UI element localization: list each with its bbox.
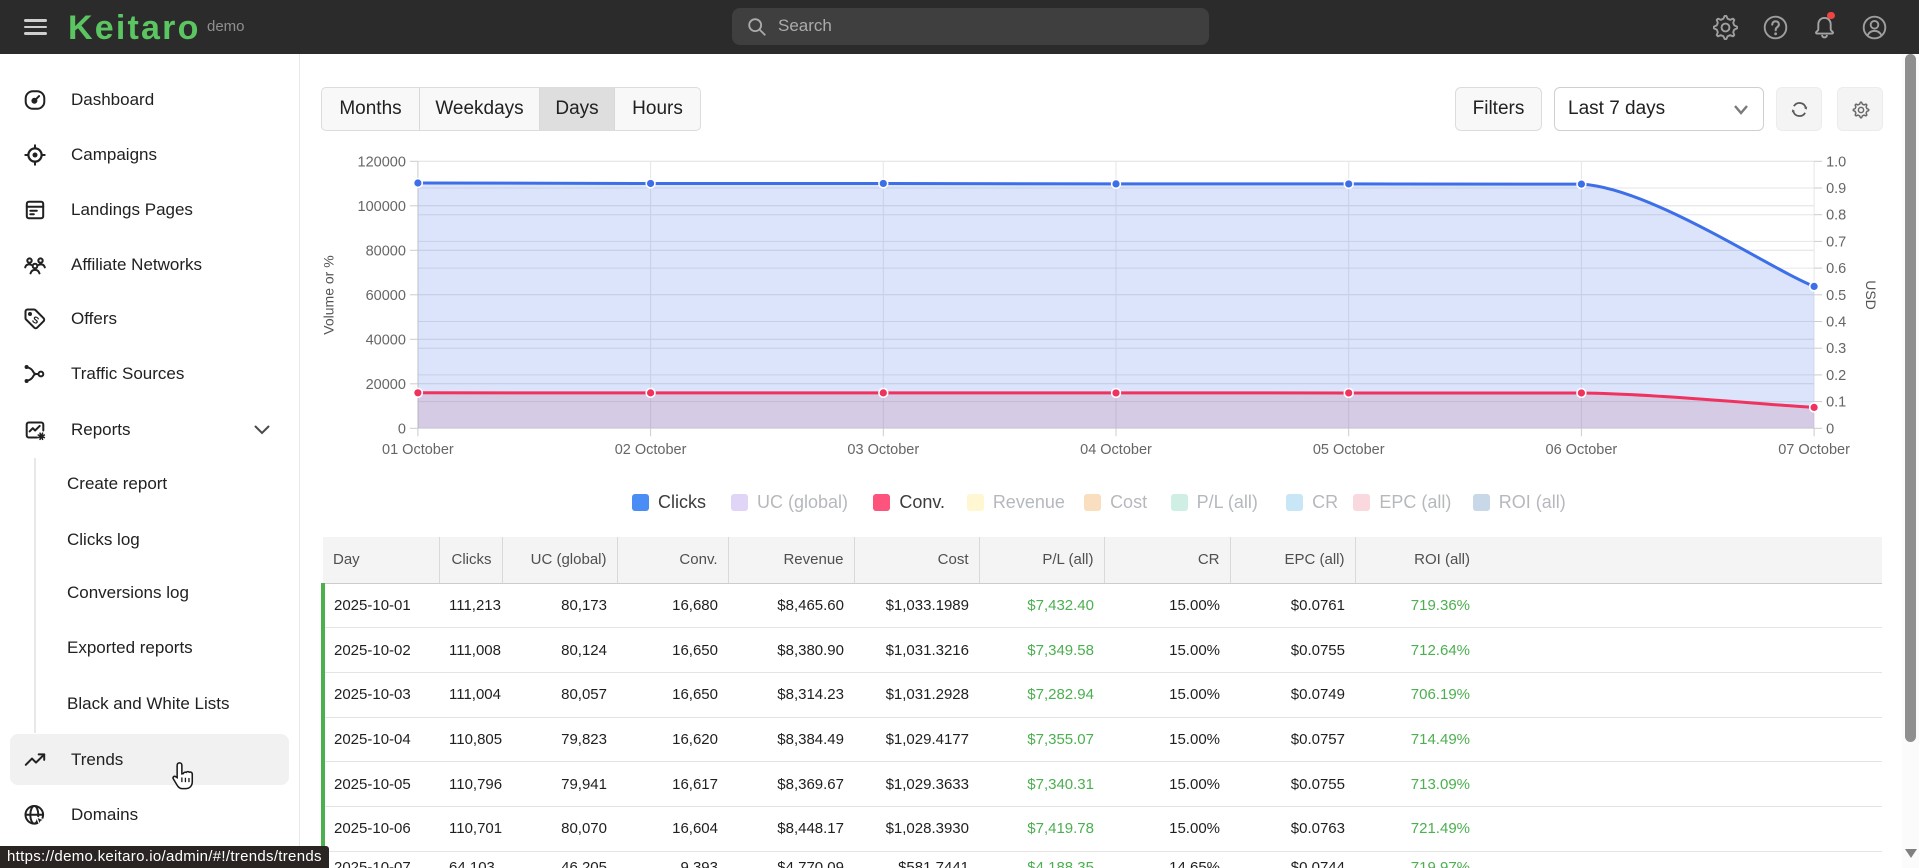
svg-text:04 October: 04 October <box>1080 442 1152 458</box>
svg-text:20000: 20000 <box>366 377 406 393</box>
svg-text:0.5: 0.5 <box>1826 288 1846 304</box>
svg-text:0.7: 0.7 <box>1826 234 1846 250</box>
svg-text:01 October: 01 October <box>382 442 454 458</box>
svg-text:120000: 120000 <box>358 154 406 170</box>
svg-text:80000: 80000 <box>366 243 406 259</box>
svg-text:03 October: 03 October <box>847 442 919 458</box>
svg-text:0: 0 <box>398 421 406 437</box>
svg-text:0.3: 0.3 <box>1826 341 1846 357</box>
svg-text:100000: 100000 <box>358 199 406 215</box>
svg-text:02 October: 02 October <box>615 442 687 458</box>
svg-text:0.6: 0.6 <box>1826 261 1846 277</box>
svg-text:60000: 60000 <box>366 288 406 304</box>
svg-text:1.0: 1.0 <box>1826 154 1846 170</box>
svg-text:40000: 40000 <box>366 332 406 348</box>
svg-text:USD: USD <box>1863 280 1879 310</box>
svg-text:07 October: 07 October <box>1778 442 1850 458</box>
svg-text:05 October: 05 October <box>1313 442 1385 458</box>
svg-text:0.2: 0.2 <box>1826 368 1846 384</box>
svg-text:0.4: 0.4 <box>1826 315 1846 331</box>
svg-text:0.1: 0.1 <box>1826 395 1846 411</box>
svg-text:06 October: 06 October <box>1546 442 1618 458</box>
svg-text:0: 0 <box>1826 421 1834 437</box>
svg-text:0.8: 0.8 <box>1826 208 1846 224</box>
svg-text:Volume or %: Volume or % <box>321 255 337 334</box>
svg-text:0.9: 0.9 <box>1826 181 1846 197</box>
